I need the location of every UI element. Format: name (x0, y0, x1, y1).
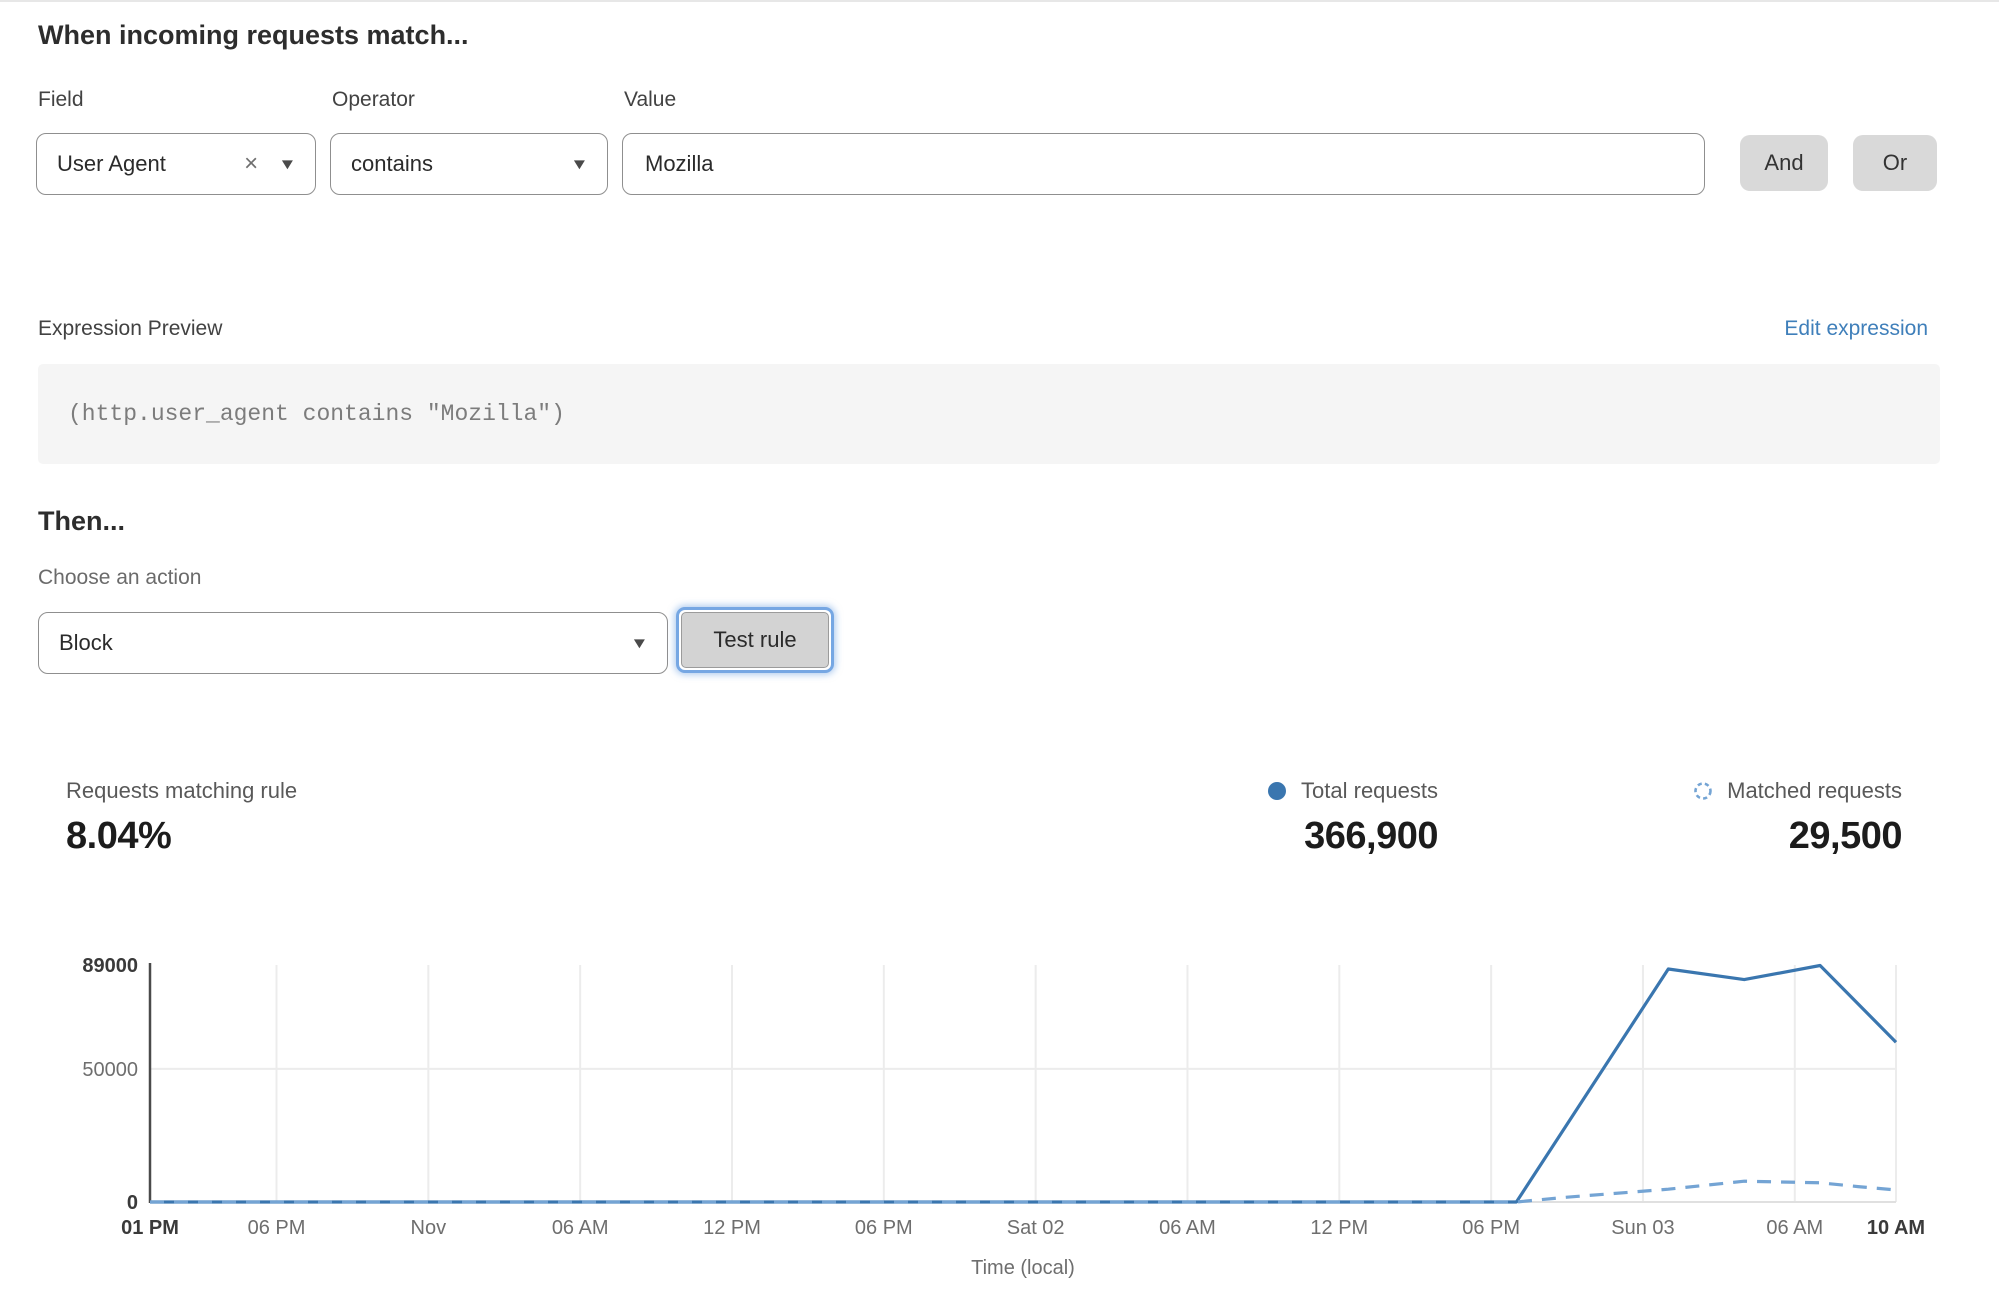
matched-requests-label: Matched requests (1727, 778, 1902, 804)
x-tick-label: 06 AM (1766, 1217, 1823, 1239)
expression-preview-box: (http.user_agent contains "Mozilla") (38, 364, 1940, 464)
total-requests-legend: Total requests (1266, 778, 1438, 804)
edit-expression-link[interactable]: Edit expression (1784, 317, 1928, 341)
matched-requests-dashed-circle-icon (1692, 780, 1714, 802)
expression-preview-label: Expression Preview (38, 317, 222, 341)
total-requests-line (150, 966, 1896, 1203)
test-rule-button[interactable]: Test rule (681, 612, 829, 668)
expression-code: (http.user_agent contains "Mozilla") (68, 401, 565, 427)
total-requests-label: Total requests (1301, 778, 1438, 804)
value-label: Value (624, 88, 676, 112)
field-select[interactable]: User Agent × ▼ (36, 133, 316, 195)
match-section-heading: When incoming requests match... (38, 20, 469, 51)
field-label: Field (38, 88, 84, 112)
operator-select-value: contains (351, 151, 433, 177)
operator-select[interactable]: contains ▼ (330, 133, 608, 195)
value-input-wrap (622, 133, 1705, 195)
test-rule-focus-ring: Test rule (676, 607, 834, 673)
matched-requests-value: 29,500 (1789, 815, 1902, 858)
y-tick-label: 50000 (82, 1059, 138, 1081)
x-tick-label: Sun 03 (1611, 1217, 1674, 1239)
value-input[interactable] (622, 133, 1705, 195)
y-tick-label: 89000 (82, 955, 138, 977)
or-button-wrap: Or (1853, 135, 1937, 191)
operator-label: Operator (332, 88, 415, 112)
chevron-down-icon: ▼ (630, 636, 649, 651)
x-tick-label: 06 PM (855, 1217, 913, 1239)
requests-matching-stat: Requests matching rule 8.04% (66, 778, 297, 858)
x-tick-label: 01 PM (121, 1217, 179, 1239)
requests-chart: 0 50000 89000 01 PM 06 PM Nov 06 AM 12 PM 06 PM S… (0, 932, 1999, 1295)
x-tick-label: 12 PM (1310, 1217, 1368, 1239)
then-section-heading: Then... (38, 506, 125, 537)
or-button[interactable]: Or (1853, 135, 1937, 191)
x-tick-label: 06 AM (1159, 1217, 1216, 1239)
firewall-rule-builder-page: When incoming requests match... Field Op… (0, 0, 1999, 1295)
chevron-down-icon: ▼ (278, 157, 297, 172)
x-tick-label: 12 PM (703, 1217, 761, 1239)
clear-icon[interactable]: × (244, 152, 258, 176)
y-tick-label: 0 (127, 1192, 138, 1214)
x-tick-label: Nov (411, 1217, 447, 1239)
total-requests-value: 366,900 (1304, 815, 1438, 858)
x-tick-label: 06 PM (1462, 1217, 1520, 1239)
matched-requests-legend: Matched requests (1692, 778, 1902, 804)
and-button-wrap: And (1740, 135, 1828, 191)
total-requests-dot-icon (1266, 780, 1288, 802)
field-select-value: User Agent (57, 151, 166, 177)
action-select[interactable]: Block ▼ (38, 612, 668, 674)
x-tick-label: 10 AM (1867, 1217, 1925, 1239)
action-select-value: Block (59, 630, 113, 656)
choose-action-label: Choose an action (38, 566, 201, 590)
and-button[interactable]: And (1740, 135, 1828, 191)
x-tick-label: 06 AM (552, 1217, 609, 1239)
x-tick-label: Sat 02 (1007, 1217, 1065, 1239)
chevron-down-icon: ▼ (570, 157, 589, 172)
total-requests-stat: Total requests 366,900 (1266, 778, 1438, 858)
x-axis-title: Time (local) (971, 1257, 1075, 1279)
x-tick-label: 06 PM (248, 1217, 306, 1239)
matched-requests-line (150, 1181, 1896, 1202)
matched-requests-stat: Matched requests 29,500 (1692, 778, 1902, 858)
requests-matching-label: Requests matching rule (66, 778, 297, 804)
requests-matching-value: 8.04% (66, 815, 297, 858)
